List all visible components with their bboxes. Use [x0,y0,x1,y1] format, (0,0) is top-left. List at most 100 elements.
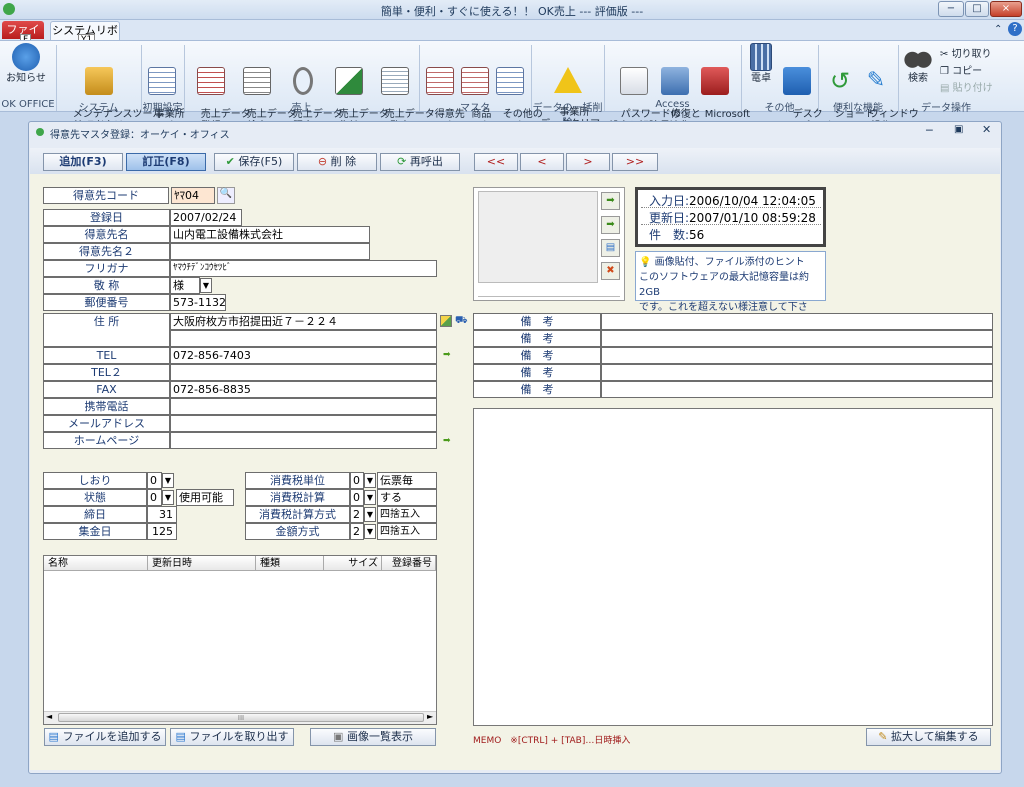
maximize-button[interactable]: □ [965,1,989,17]
extract-file-label: ファイルを取り出す [189,730,289,743]
cut-button[interactable]: ✂ 切り取り [940,45,992,60]
input-date-value: 2006/10/04 12:04:05 [689,194,816,208]
tax-calc-dropdown[interactable]: ▼ [364,490,376,505]
expand-edit-button[interactable]: ✎ 拡大して編集する [866,728,991,746]
address2-field[interactable] [170,330,437,347]
remark-field-3[interactable] [601,347,993,364]
count-label: 件 数: [649,228,690,242]
group-ok-office: OK OFFICE [1,99,55,110]
form-restore-button[interactable]: ▣ [954,124,963,135]
scroll-left-icon[interactable]: ◄ [46,712,52,721]
minimize-button[interactable]: − [938,1,964,17]
remark-field-2[interactable] [601,330,993,347]
image-preview[interactable] [478,191,598,283]
tax-method-dropdown[interactable]: ▼ [364,507,376,522]
copy-image-button[interactable]: ➡ [601,216,620,234]
calculator-button[interactable]: 電卓 [746,43,776,85]
copy-button[interactable]: ❐ コピー [940,62,982,77]
add-button[interactable]: 追加(F3) [43,153,123,171]
extract-file-button[interactable]: ▤ ファイルを取り出す [170,728,294,746]
save-button[interactable]: ✔ 保存(F5) [214,153,294,171]
remark-field-4[interactable] [601,364,993,381]
help-icon[interactable]: ? [1008,22,1022,36]
remark-label-1: 備 考 [473,313,601,330]
last-record-button[interactable]: >> [612,153,658,171]
remark-field-5[interactable] [601,381,993,398]
scroll-right-icon[interactable]: ► [427,712,433,721]
col-name[interactable]: 名称 [44,556,148,571]
scroll-thumb[interactable]: III [58,713,424,722]
car-icon[interactable]: ⛟ [455,315,468,328]
form-title: 得意先マスタ登録：オーケイ・オフィス [50,130,230,141]
prev-record-button[interactable]: < [520,153,564,171]
tel2-field[interactable] [170,364,437,381]
tax-method-field[interactable]: 2 [350,506,364,523]
tax-unit-dropdown[interactable]: ▼ [364,473,376,488]
address-field[interactable]: 大阪府枚方市招提田近７－２２４ [170,313,437,330]
tax-method-label: 消費税計算方式 [245,506,350,523]
customer-name2-field[interactable] [170,243,370,260]
bookmark-dropdown[interactable]: ▼ [162,473,174,488]
add-file-button[interactable]: ▤ ファイルを追加する [44,728,166,746]
bookmark-field[interactable]: 0 [147,472,162,489]
col-reg-no[interactable]: 登録番号 [382,556,436,571]
delete-label: 削 除 [330,155,357,168]
zip-field[interactable]: 573-1132 [170,294,226,311]
group-useful: 便利な機能 [833,103,883,114]
recall-button[interactable]: ⟳ 再呼出 [380,153,460,171]
delete-image-icon: ✖ [606,265,615,276]
mail-field[interactable] [170,415,437,432]
map-icon[interactable] [440,315,452,327]
image-list-button[interactable]: ▣ 画像一覧表示 [310,728,436,746]
save-image-button[interactable]: ▤ [601,239,620,257]
closing-day-field[interactable]: 31 [147,506,177,523]
closing-day-label: 締日 [43,506,147,523]
ribbon-collapse-icon[interactable]: ⌃ [994,24,1002,35]
customer-code-field[interactable]: ﾔﾏ04 [171,187,215,204]
delete-button[interactable]: ⊖ 削 除 [297,153,377,171]
info-button[interactable]: お知らせ [6,43,46,85]
honorific-dropdown[interactable]: ▼ [200,278,212,293]
honorific-field[interactable]: 様 [170,277,200,294]
status-dropdown[interactable]: ▼ [162,490,174,505]
delete-image-button[interactable]: ✖ [601,262,620,280]
remark-field-1[interactable] [601,313,993,330]
homepage-arrow-icon[interactable]: ➡ [443,436,451,446]
col-size[interactable]: サイズ [324,556,382,571]
code-search-button[interactable]: 🔍 [217,187,235,204]
other-master-icon [496,67,524,95]
fax-field[interactable]: 072-856-8835 [170,381,437,398]
memo-textarea[interactable] [473,408,993,726]
tel-field[interactable]: 072-856-7403 [170,347,437,364]
customer-code-label: 得意先コード [43,187,169,204]
amount-method-dropdown[interactable]: ▼ [364,524,376,539]
recall-icon: ⟳ [397,155,407,168]
group-other: その他 [764,103,795,114]
homepage-field[interactable] [170,432,437,449]
next-record-button[interactable]: > [566,153,610,171]
paste-button[interactable]: ▤ 貼り付け [940,79,993,94]
paste-image-button[interactable]: ➡ [601,192,620,210]
reg-date-field[interactable]: 2007/02/24 [170,209,242,226]
amount-method-field[interactable]: 2 [350,523,364,540]
form-close-button[interactable]: ✕ [982,123,991,136]
status-field[interactable]: 0 [147,489,162,506]
file-grid[interactable] [43,555,437,725]
collection-day-field[interactable]: 125 [147,523,177,540]
tax-unit-field[interactable]: 0 [350,472,364,489]
app-title: 簡単・便利・すぐに使える！！ OK売上 --- 評価版 --- [380,5,644,18]
first-record-button[interactable]: << [474,153,518,171]
search-button[interactable]: 検索 [902,43,934,85]
mobile-field[interactable] [170,398,437,415]
edit-button[interactable]: 訂正(F8) [126,153,206,171]
close-button[interactable]: × [990,1,1022,17]
status-text: 使用可能 [176,489,234,506]
kana-field[interactable]: ﾔﾏｳﾁﾃﾞﾝｺｳｾﾂﾋﾞ [170,260,437,277]
customer-name-field[interactable]: 山内電工設備株式会社 [170,226,370,243]
col-updated[interactable]: 更新日時 [148,556,256,571]
memo-hint: MEMO ※[CTRL] + [TAB]…日時挿入 [473,736,631,746]
tax-calc-field[interactable]: 0 [350,489,364,506]
tel-arrow-icon[interactable]: ➡ [443,350,451,360]
form-minimize-button[interactable]: ─ [926,124,933,137]
col-type[interactable]: 種類 [256,556,324,571]
